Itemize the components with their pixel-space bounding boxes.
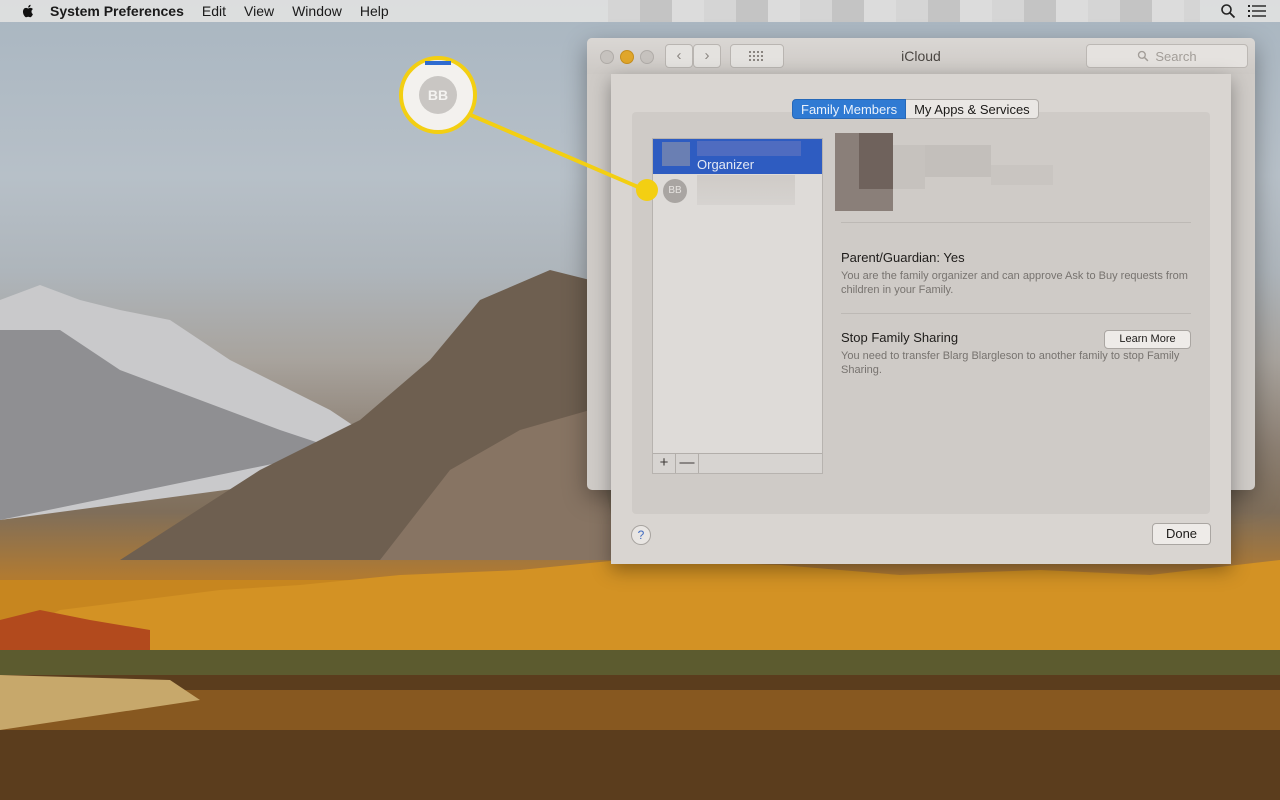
title-bar: ‹ › iCloud Search [587, 38, 1255, 74]
menu-window[interactable]: Window [292, 3, 342, 19]
menu-view[interactable]: View [244, 3, 274, 19]
member-role: Organizer [697, 157, 755, 172]
member-details-redacted [835, 133, 1053, 211]
callout-highlight-bar [425, 61, 451, 65]
stop-sharing-text: You need to transfer Blarg Blargleson to… [841, 350, 1180, 376]
menu-edit[interactable]: Edit [202, 3, 226, 19]
callout-avatar-bb: BB [419, 76, 457, 114]
remove-member-button[interactable]: — [676, 454, 699, 473]
member-name-redacted [697, 141, 801, 156]
family-sheet: Family Members My Apps & Services Organi… [611, 74, 1231, 564]
pixelated-status-area [608, 0, 1200, 22]
add-member-button[interactable]: + [653, 454, 676, 473]
plus-icon: + [659, 454, 669, 471]
help-button[interactable]: ? [631, 525, 651, 545]
menu-bar: System Preferences Edit View Window Help [0, 0, 1280, 22]
search-field-icon [1138, 50, 1149, 62]
list-icon[interactable] [1248, 3, 1266, 19]
tab-my-apps-services[interactable]: My Apps & Services [906, 99, 1039, 119]
stop-sharing-heading: Stop Family Sharing [841, 330, 959, 345]
separator-2 [841, 313, 1191, 314]
list-toolbar: + — [653, 453, 822, 473]
search-placeholder: Search [1155, 48, 1197, 64]
menu-help[interactable]: Help [360, 3, 389, 19]
member-name-redacted-2 [697, 175, 795, 205]
search-icon[interactable] [1220, 3, 1236, 19]
member-avatar-bb[interactable]: BB [663, 179, 687, 203]
done-button[interactable]: Done [1152, 523, 1211, 545]
member-photo [662, 142, 690, 166]
tab-family-members[interactable]: Family Members [792, 99, 907, 119]
family-members-list: Organizer BB + — [652, 138, 823, 474]
tab-bar: Family Members My Apps & Services [792, 99, 1039, 119]
minus-icon: — [679, 454, 695, 471]
question-icon: ? [637, 528, 645, 542]
search-field[interactable]: Search [1086, 44, 1248, 68]
apple-logo-icon[interactable] [20, 3, 36, 19]
parent-guardian-text: You are the family organizer and can app… [841, 270, 1188, 296]
separator-1 [841, 222, 1191, 223]
menu-app-name[interactable]: System Preferences [50, 3, 184, 19]
callout-magnifier: BB [399, 56, 477, 134]
member-row-organizer[interactable]: Organizer [653, 139, 822, 174]
parent-guardian-heading: Parent/Guardian: Yes [841, 250, 965, 265]
learn-more-button[interactable]: Learn More [1104, 330, 1191, 349]
